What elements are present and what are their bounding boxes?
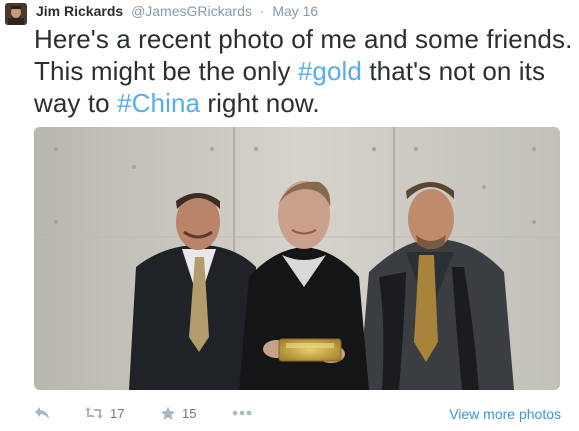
tweet-date[interactable]: May 16	[272, 3, 318, 19]
tweet-text-part-3: right now.	[200, 88, 320, 118]
retweet-button[interactable]: 17	[84, 402, 124, 424]
avatar[interactable]	[5, 3, 27, 25]
tweet-actions: 17 15 View more photos	[0, 398, 579, 428]
view-more-photos-link[interactable]: View more photos	[449, 406, 561, 422]
reply-icon	[35, 407, 49, 419]
favorite-button[interactable]: 15	[160, 402, 196, 424]
tweet-text: Here's a recent photo of me and some fri…	[34, 23, 574, 119]
ellipsis-icon	[232, 410, 252, 416]
hashtag-gold[interactable]: #gold	[298, 56, 362, 86]
author-name[interactable]: Jim Rickards	[36, 3, 123, 19]
more-button[interactable]	[232, 402, 252, 424]
star-icon	[160, 406, 176, 420]
separator-dot: ·	[259, 3, 265, 19]
tweet-photo[interactable]	[34, 127, 560, 390]
retweet-icon	[85, 407, 103, 419]
hashtag-china[interactable]: #China	[117, 88, 200, 118]
tweet: Jim Rickards @JamesGRickards · May 16 He…	[0, 0, 579, 431]
retweet-count: 17	[110, 405, 125, 421]
author-handle[interactable]: @JamesGRickards	[131, 3, 252, 19]
tweet-header: Jim Rickards @JamesGRickards · May 16	[36, 2, 318, 20]
favorite-count: 15	[182, 405, 197, 421]
reply-button[interactable]	[34, 402, 50, 424]
